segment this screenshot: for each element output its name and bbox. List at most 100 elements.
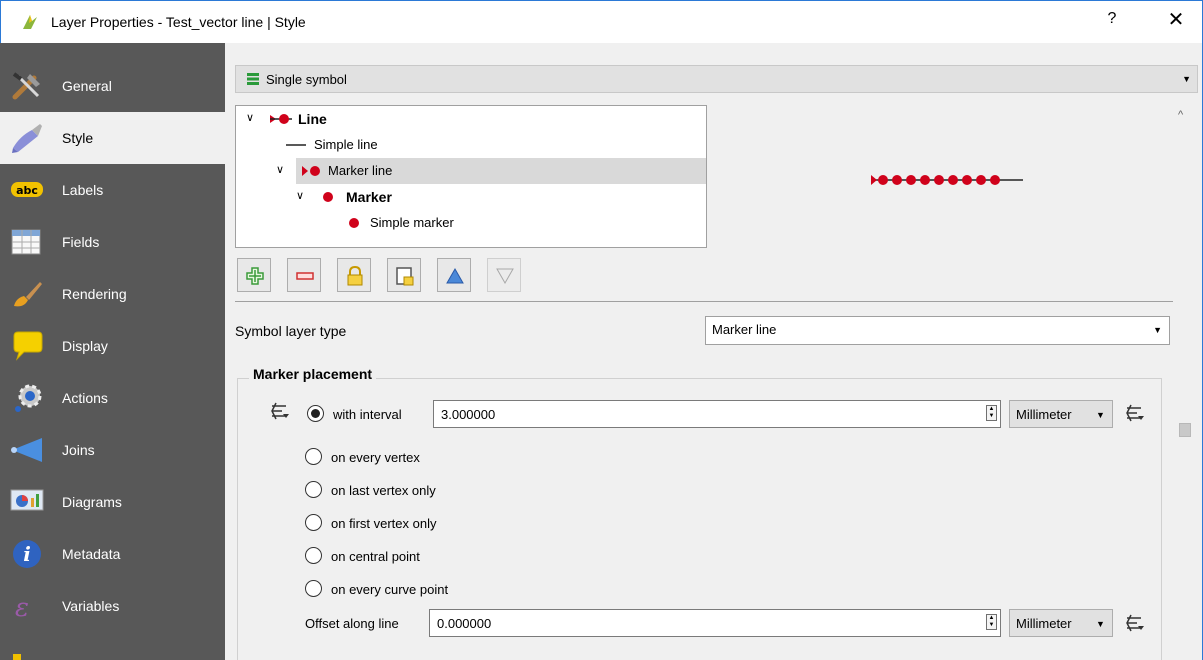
interval-value: 3.000000 [441, 407, 496, 422]
sidebar-item-joins[interactable]: Joins [0, 424, 225, 476]
move-up-button[interactable] [437, 258, 471, 292]
on-every-curve-point-radio[interactable] [305, 580, 322, 597]
paintbrush-icon [12, 124, 42, 153]
simple-line-icon [286, 144, 306, 146]
tree-item-marker[interactable]: ∨ Marker [236, 184, 706, 210]
chevron-down-icon: ▼ [1096, 619, 1105, 629]
chevron-up-icon[interactable]: ^ [1178, 109, 1183, 121]
style-panel: Single symbol ▼ ∨ Line Simple line ∨ Mar… [225, 43, 1203, 660]
move-down-button[interactable] [487, 258, 521, 292]
tree-item-label: Simple marker [370, 215, 454, 230]
sidebar-item-general[interactable]: General [0, 60, 225, 112]
with-interval-radio[interactable] [307, 405, 324, 422]
close-button[interactable]: ✕ [1161, 7, 1191, 32]
chevron-down-icon[interactable]: ∨ [246, 111, 254, 124]
on-central-point-label: on central point [331, 549, 420, 564]
chevron-down-icon: ▼ [1096, 410, 1105, 420]
duplicate-layer-button[interactable] [387, 258, 421, 292]
brush-icon [14, 282, 42, 307]
spin-down-icon[interactable]: ▼ [987, 622, 996, 629]
tree-item-simple-marker[interactable]: Simple marker [236, 210, 706, 236]
interval-input[interactable]: 3.000000 ▲ ▼ [433, 400, 1001, 428]
speech-bubble-icon [13, 331, 43, 361]
title-bar: Layer Properties - Test_vector line | St… [0, 0, 1203, 43]
symbol-layer-type-select[interactable]: Marker line ▼ [705, 316, 1170, 345]
sidebar-item-label: General [62, 78, 112, 94]
abc-label-icon: abc [11, 182, 43, 197]
sidebar-item-metadata[interactable]: i Metadata [0, 528, 225, 580]
help-button[interactable]: ? [1097, 10, 1127, 28]
offset-along-line-input[interactable]: 0.000000 ▲ ▼ [429, 609, 1001, 637]
symbol-layer-tree[interactable]: ∨ Line Simple line ∨ Marker line ∨ Marke… [235, 105, 707, 248]
table-icon [11, 229, 41, 255]
marker-line-icon [270, 114, 292, 124]
symbol-layer-type-label: Symbol layer type [235, 323, 347, 339]
sidebar: General Style abc Labels Fields Renderin… [0, 60, 225, 660]
vertical-scrollbar[interactable]: ^ [1173, 103, 1195, 660]
on-central-point-radio[interactable] [305, 547, 322, 564]
legend-icon [13, 654, 21, 660]
sidebar-item-labels[interactable]: abc Labels [0, 164, 225, 216]
sidebar-item-display[interactable]: Display [0, 320, 225, 372]
sidebar-item-legend-partial[interactable] [0, 632, 225, 660]
remove-symbol-layer-button[interactable] [287, 258, 321, 292]
data-defined-override-icon[interactable] [270, 401, 290, 421]
minus-icon [296, 272, 314, 280]
sidebar-item-actions[interactable]: Actions [0, 372, 225, 424]
sidebar-item-rendering[interactable]: Rendering [0, 268, 225, 320]
offset-spinner[interactable]: ▲ ▼ [986, 614, 997, 630]
on-last-vertex-label: on last vertex only [331, 483, 436, 498]
sidebar-item-label: Style [62, 130, 94, 146]
epsilon-icon: ε [15, 593, 29, 622]
join-icon [11, 438, 42, 462]
lock-layer-button[interactable] [337, 258, 371, 292]
sidebar-item-variables[interactable]: ε Variables [0, 580, 225, 632]
sidebar-top-edge [0, 43, 225, 60]
tree-item-simple-line[interactable]: Simple line [236, 132, 706, 158]
tree-item-label: Marker [346, 189, 392, 205]
on-first-vertex-radio[interactable] [305, 514, 322, 531]
chevron-down-icon[interactable]: ∨ [276, 163, 284, 176]
diagram-icon [10, 489, 44, 511]
offset-unit-select[interactable]: Millimeter ▼ [1009, 609, 1113, 637]
on-every-vertex-radio[interactable] [305, 448, 322, 465]
spin-down-icon[interactable]: ▼ [987, 413, 996, 420]
chevron-down-icon[interactable]: ∨ [296, 189, 304, 202]
window-title: Layer Properties - Test_vector line | St… [51, 14, 306, 30]
single-symbol-icon [247, 73, 259, 85]
add-symbol-layer-button[interactable] [237, 258, 271, 292]
sidebar-item-label: Labels [62, 182, 104, 198]
on-last-vertex-radio[interactable] [305, 481, 322, 498]
tree-item-label: Marker line [328, 163, 393, 178]
duplicate-icon [396, 267, 414, 286]
chevron-down-icon: ▼ [1182, 74, 1191, 84]
renderer-select[interactable]: Single symbol ▼ [235, 65, 1198, 93]
scrollbar-thumb[interactable] [1179, 423, 1191, 437]
gear-icon [15, 384, 42, 412]
triangle-down-icon [496, 268, 514, 285]
spin-up-icon[interactable]: ▲ [987, 615, 996, 622]
sidebar-item-style[interactable]: Style [0, 112, 225, 164]
data-defined-override-icon[interactable] [1125, 613, 1145, 633]
chevron-down-icon: ▼ [1153, 325, 1162, 335]
offset-along-line-value: 0.000000 [437, 616, 492, 631]
symbol-layer-type-value: Marker line [712, 322, 777, 337]
sidebar-item-label: Display [62, 338, 108, 354]
renderer-select-value: Single symbol [266, 72, 347, 87]
sidebar-item-fields[interactable]: Fields [0, 216, 225, 268]
tree-item-label: Simple line [314, 137, 378, 152]
marker-dot-icon [349, 218, 359, 228]
marker-placement-title: Marker placement [249, 366, 377, 382]
divider [235, 301, 1173, 302]
tree-item-line[interactable]: ∨ Line [236, 106, 706, 132]
spin-up-icon[interactable]: ▲ [987, 406, 996, 413]
sidebar-item-diagrams[interactable]: Diagrams [0, 476, 225, 528]
triangle-up-icon [446, 267, 464, 284]
tree-item-marker-line[interactable]: ∨ Marker line [276, 158, 706, 184]
interval-unit-select[interactable]: Millimeter ▼ [1009, 400, 1113, 428]
data-defined-override-icon[interactable] [1125, 403, 1145, 423]
sidebar-item-label: Diagrams [62, 494, 122, 510]
with-interval-label: with interval [333, 407, 402, 422]
sidebar-item-label: Joins [62, 442, 95, 458]
interval-spinner[interactable]: ▲ ▼ [986, 405, 997, 421]
